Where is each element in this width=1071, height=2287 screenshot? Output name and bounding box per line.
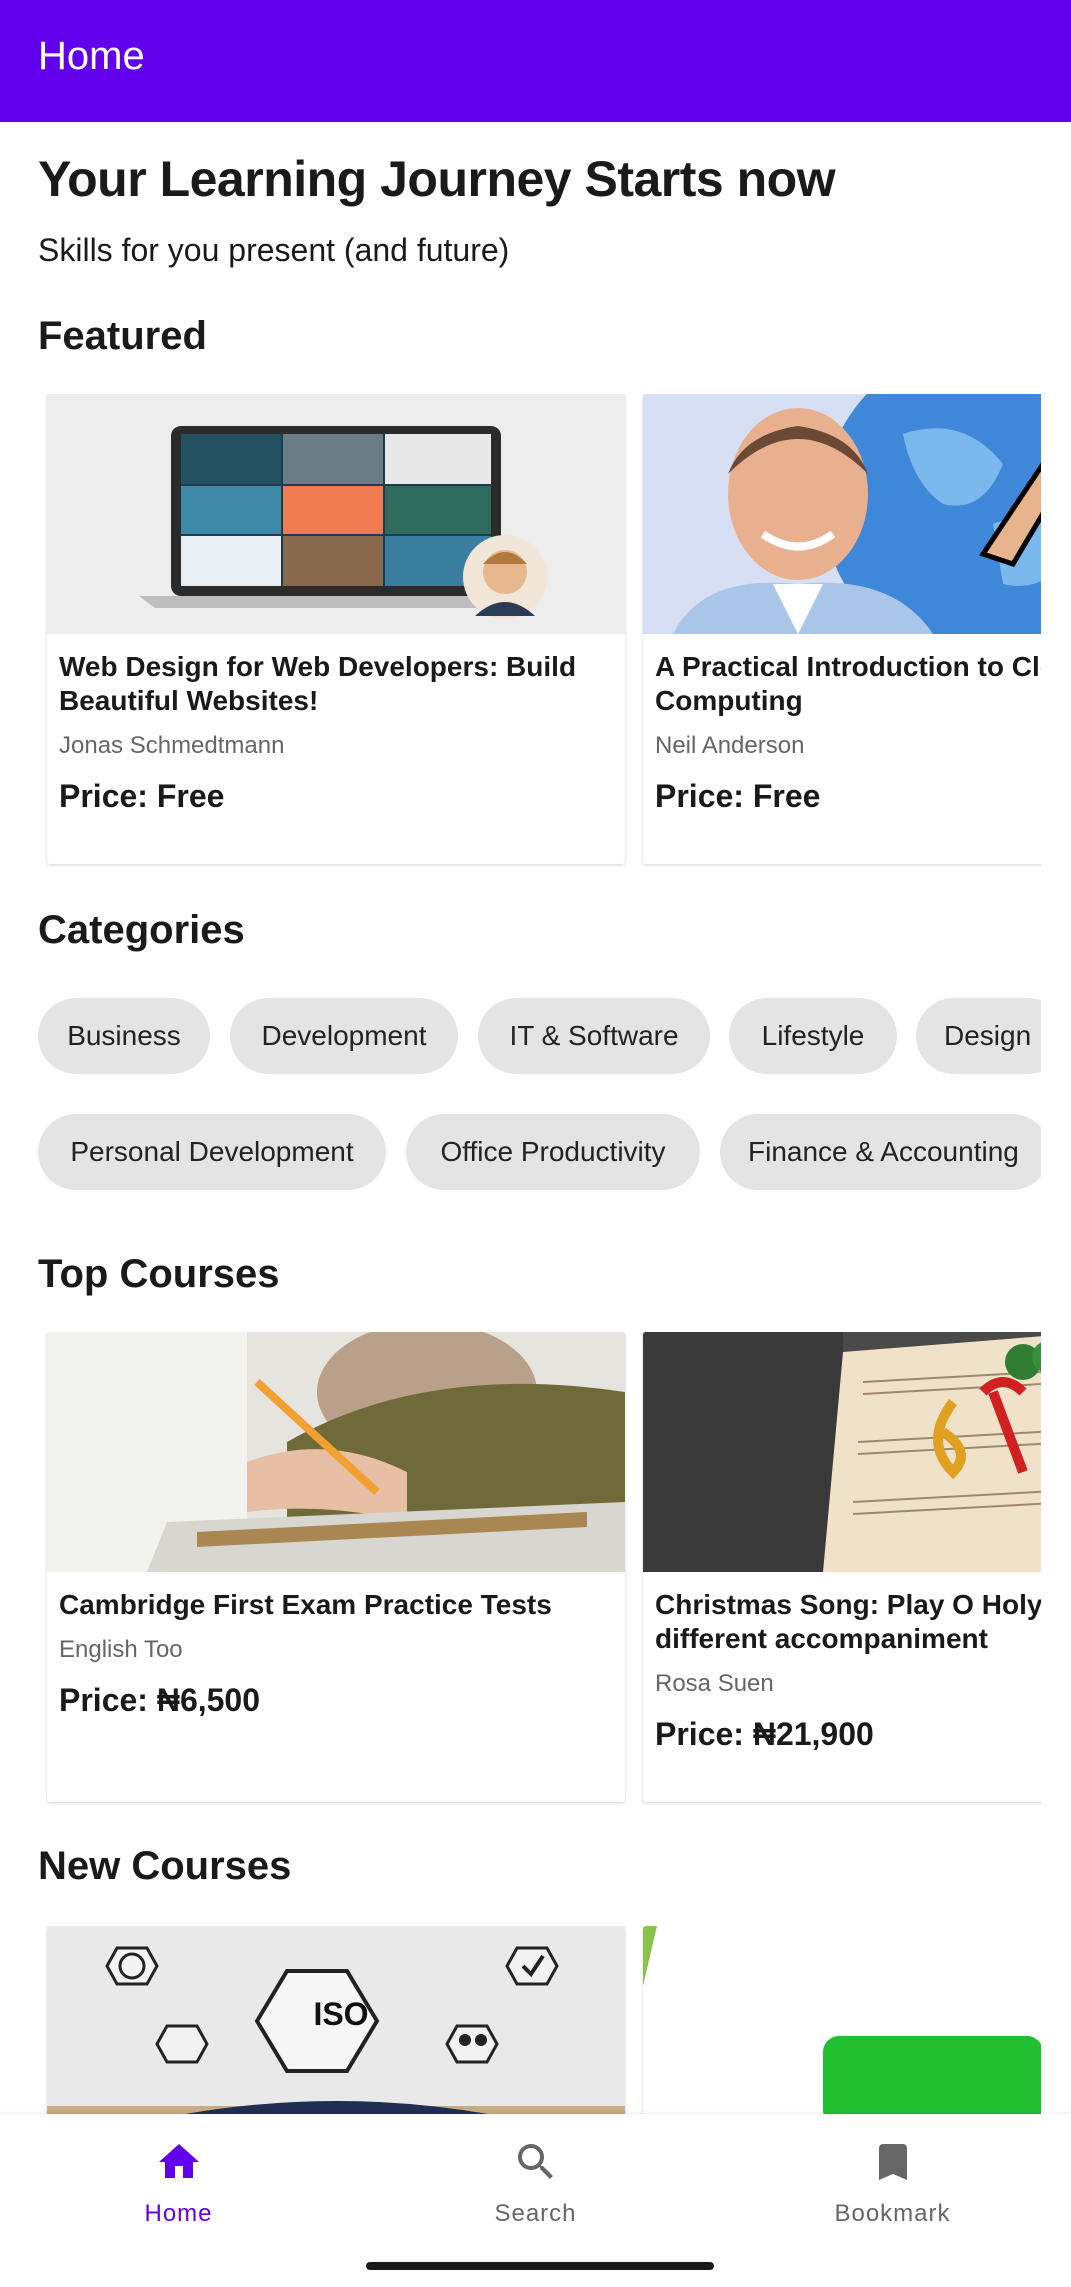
course-card[interactable]: A Practical Introduction to Cloud Comput… — [643, 394, 1041, 864]
featured-carousel[interactable]: Web Design for Web Developers: Build Bea… — [0, 394, 1041, 872]
iso-label: ISO — [313, 1996, 369, 2032]
course-title: Cambridge First Exam Practice Tests — [59, 1589, 552, 1620]
course-author: Rosa Suen — [655, 1670, 774, 1697]
course-card[interactable]: ISO — [47, 1926, 625, 2114]
category-chip-business[interactable]: Business — [38, 998, 210, 1074]
categories-row-1[interactable]: Business Development IT & Software Lifes… — [0, 998, 1041, 1078]
course-author: Jonas Schmedtmann — [59, 732, 285, 759]
nav-label-bookmark: Bookmark — [834, 2200, 951, 2227]
categories-row-2[interactable]: Personal Development Office Productivity… — [0, 1114, 1041, 1194]
course-thumbnail — [47, 1332, 625, 1572]
new-courses-section-title: New Courses — [38, 1844, 292, 1888]
nav-label-search: Search — [494, 2200, 577, 2227]
hero-subtitle: Skills for you present (and future) — [38, 232, 510, 268]
search-icon — [517, 2144, 553, 2179]
course-thumbnail — [643, 1332, 1041, 1572]
course-price: Price: ₦21,900 — [655, 1716, 874, 1752]
course-title: Christmas Song: Play O Holy Night differ… — [655, 1589, 1041, 1654]
course-card[interactable]: Christmas Song: Play O Holy Night differ… — [643, 1332, 1041, 1802]
course-card[interactable]: Cambridge First Exam Practice Tests Engl… — [47, 1332, 625, 1802]
course-card[interactable]: Web Design for Web Developers: Build Bea… — [47, 394, 625, 864]
course-title: A Practical Introduction to Cloud Comput… — [655, 651, 1041, 716]
course-thumbnail: ISO — [47, 1926, 625, 2114]
hero-title: Your Learning Journey Starts now — [38, 151, 836, 207]
gesture-bar — [366, 2262, 714, 2270]
nav-label-home: Home — [144, 2200, 213, 2227]
course-author: Neil Anderson — [655, 732, 805, 759]
course-price: Price: Free — [655, 778, 821, 814]
top-courses-section-title: Top Courses — [38, 1252, 280, 1296]
bookmark-icon — [878, 2144, 907, 2180]
app-bar: Home — [0, 0, 1071, 122]
course-thumbnail — [47, 394, 625, 634]
category-chip-development[interactable]: Development — [230, 998, 458, 1074]
course-price: Price: ₦6,500 — [59, 1682, 261, 1718]
category-chip-personal-development[interactable]: Personal Development — [38, 1114, 386, 1190]
category-chip-it-software[interactable]: IT & Software — [478, 998, 710, 1074]
course-price: Price: Free — [59, 778, 225, 814]
course-thumbnail — [643, 394, 1041, 634]
home-scroll-content[interactable]: Your Learning Journey Starts now Skills … — [0, 122, 1071, 2114]
new-courses-carousel[interactable]: ISO — [0, 1926, 1041, 2114]
course-title: Web Design for Web Developers: Build Bea… — [59, 651, 577, 716]
category-chip-design[interactable]: Design — [916, 998, 1041, 1074]
category-chip-finance-accounting[interactable]: Finance & Accounting — [720, 1114, 1041, 1190]
course-card[interactable] — [643, 1926, 1041, 2114]
featured-section-title: Featured — [38, 314, 207, 358]
category-chip-lifestyle[interactable]: Lifestyle — [729, 998, 897, 1074]
nav-item-home[interactable]: Home — [0, 2114, 357, 2234]
nav-item-search[interactable]: Search — [357, 2114, 714, 2234]
nav-item-bookmark[interactable]: Bookmark — [714, 2114, 1071, 2234]
app-bar-title: Home — [38, 34, 145, 78]
home-icon — [158, 2144, 199, 2178]
course-thumbnail — [643, 1926, 1041, 2114]
course-author: English Too — [59, 1636, 183, 1663]
top-courses-carousel[interactable]: Cambridge First Exam Practice Tests Engl… — [0, 1332, 1041, 1810]
category-chip-office-productivity[interactable]: Office Productivity — [406, 1114, 700, 1190]
categories-section-title: Categories — [38, 908, 245, 952]
